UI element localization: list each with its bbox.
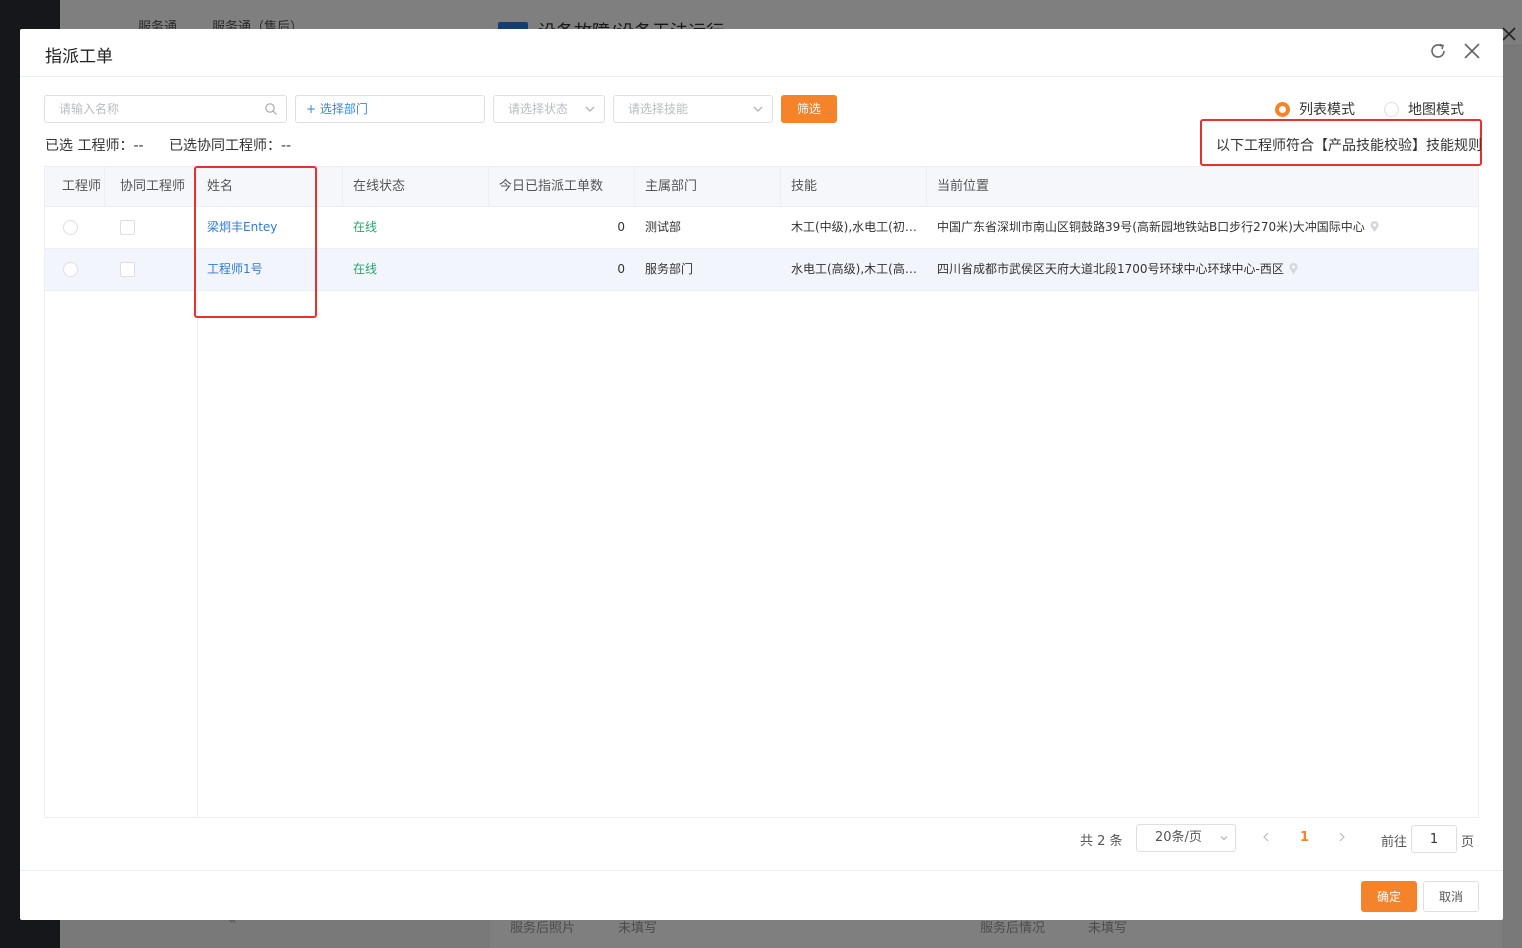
column-header: 今日已指派工单数 [489,167,635,207]
assist-engineer-checkbox[interactable] [120,262,135,277]
dialog-header: 指派工单 [20,29,1503,77]
radio-selected-icon [1275,101,1290,117]
skill-rule-note: 以下工程师符合【产品技能校验】技能规则 [1200,119,1482,166]
table-row[interactable]: 工程师1号 在线 0 服务部门 水电工(高级),木工(高级) 四川省成都市武侯区… [45,249,1478,291]
name-search-input[interactable]: 请输入名称 [44,95,287,123]
filter-button[interactable]: 筛选 [781,95,837,123]
select-department-button[interactable]: + 选择部门 [295,95,485,123]
name-search-placeholder: 请输入名称 [59,102,120,116]
chevron-down-icon [1220,836,1228,841]
location-cell: 中国广东省深圳市南山区铜鼓路39号(高新园地铁站B口步行270米)大冲国际中心 [927,207,1467,248]
column-header: 主属部门 [635,167,781,207]
table-header: 工程师 协同工程师 姓名 在线状态 今日已指派工单数 主属部门 技能 当前位置 [45,167,1478,207]
list-mode-label: 列表模式 [1299,102,1355,118]
skills: 水电工(高级),木工(高级) [791,262,921,276]
fixed-column-divider [197,291,198,817]
column-header: 当前位置 [937,179,990,194]
current-location: 四川省成都市武侯区天府大道北段1700号环球中心环球中心-西区 [937,262,1284,276]
assign-ticket-dialog: 指派工单 请输入名称 + 选择部门 请选择状态 请选择技能 筛选 列表模式 地图… [20,29,1503,920]
engineer-radio[interactable] [63,220,78,235]
status-select[interactable]: 请选择状态 [493,95,605,123]
dialog-footer [20,870,1503,920]
search-icon [265,103,277,115]
column-header: 在线状态 [343,167,489,207]
department: 服务部门 [645,262,694,276]
page-suffix: 页 [1461,835,1475,850]
assigned-count: 0 [617,262,625,276]
status-select-placeholder: 请选择状态 [508,102,569,116]
column-header: 协同工程师 [105,167,197,207]
department: 测试部 [645,220,682,234]
page-size-value: 20条/页 [1155,830,1202,845]
close-icon[interactable] [1461,40,1483,62]
map-mode-label: 地图模式 [1408,102,1464,118]
page-size-select[interactable]: 20条/页 [1136,824,1236,852]
assist-engineer-checkbox[interactable] [120,220,135,235]
map-pin-icon[interactable] [1370,221,1379,233]
chevron-down-icon [753,106,763,112]
assigned-count: 0 [617,220,625,234]
map-mode-radio[interactable]: 地图模式 [1384,99,1464,119]
close-icon[interactable] [1501,26,1517,42]
skills: 木工(中级),水电工(初级) [791,220,921,234]
skill-select[interactable]: 请选择技能 [613,95,773,123]
prev-page-icon[interactable] [1260,830,1272,844]
goto-page-input[interactable] [1411,825,1457,853]
selected-assist-engineer: 已选协同工程师：-- [169,138,292,154]
page-number-current[interactable]: 1 [1300,830,1309,845]
skill-select-placeholder: 请选择技能 [628,102,689,116]
location-cell: 四川省成都市武侯区天府大道北段1700号环球中心环球中心-西区 [927,249,1467,290]
column-header: 姓名 [197,167,343,207]
goto-label: 前往 [1381,835,1408,850]
table-row[interactable]: 梁炯丰Entey 在线 0 测试部 木工(中级),水电工(初级) 中国广东省深圳… [45,207,1478,249]
engineer-table: 工程师 协同工程师 姓名 在线状态 今日已指派工单数 主属部门 技能 当前位置 … [44,166,1479,818]
radio-unselected-icon [1384,101,1399,117]
column-header: 工程师 [45,167,105,207]
next-page-icon[interactable] [1336,830,1348,844]
selected-engineer: 已选 工程师：-- [45,138,144,154]
list-mode-radio[interactable]: 列表模式 [1275,99,1355,119]
online-status: 在线 [353,262,378,276]
refresh-icon[interactable] [1427,40,1449,62]
cancel-button[interactable]: 取消 [1423,881,1479,912]
current-location: 中国广东省深圳市南山区铜鼓路39号(高新园地铁站B口步行270米)大冲国际中心 [937,220,1365,234]
engineer-radio[interactable] [63,262,78,277]
confirm-button[interactable]: 确定 [1361,881,1417,912]
online-status: 在线 [353,220,378,234]
chevron-down-icon [585,106,595,112]
engineer-name-link[interactable]: 梁炯丰Entey [197,207,343,248]
column-header: 技能 [781,167,927,207]
engineer-name-link[interactable]: 工程师1号 [197,249,343,290]
dialog-title: 指派工单 [45,47,113,67]
map-pin-icon[interactable] [1289,263,1298,275]
pagination-total: 共 2 条 [1080,834,1123,849]
